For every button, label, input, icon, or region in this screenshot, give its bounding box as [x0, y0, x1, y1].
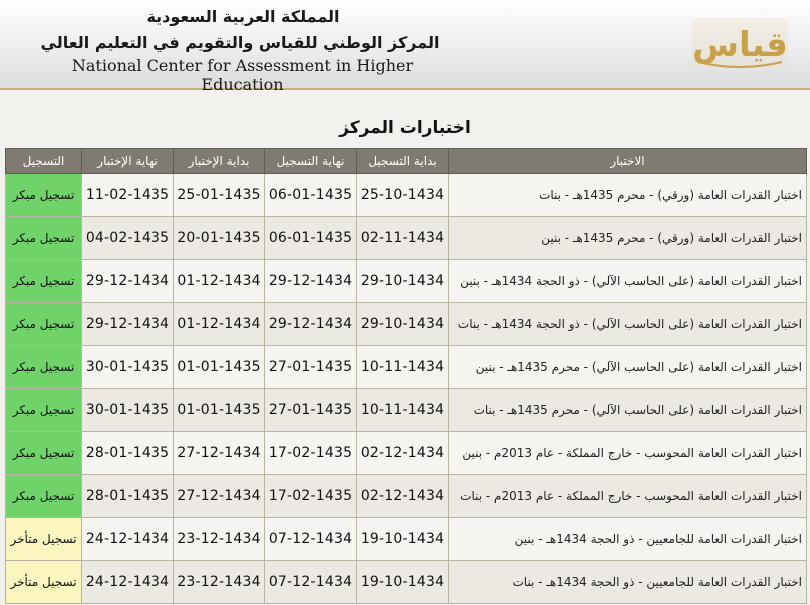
registration-status-button[interactable]: تسجيل مبكر: [5, 259, 82, 303]
test-start-cell: 23-12-1434: [173, 560, 265, 604]
reg-start-cell: 10-11-1434: [356, 345, 449, 389]
test-start-cell: 23-12-1434: [173, 517, 265, 561]
col-header-reg-end: نهاية التسجيل: [264, 148, 357, 174]
test-end-cell: 29-12-1434: [81, 259, 174, 303]
exam-name-cell: اختبار القدرات العامة للجامعيين - ذو الح…: [448, 517, 807, 561]
reg-end-cell: 07-12-1434: [264, 560, 357, 604]
table-row: اختبار القدرات العامة (على الحاسب الآلي)…: [5, 302, 807, 346]
test-end-cell: 28-01-1435: [81, 474, 174, 518]
test-start-cell: 25-01-1435: [173, 173, 265, 217]
col-header-registration: التسجيل: [5, 148, 82, 174]
exam-name-cell: اختبار القدرات العامة (ورقي) - محرم 1435…: [448, 173, 807, 217]
col-header-reg-start: بداية التسجيل: [356, 148, 449, 174]
registration-status-button[interactable]: تسجيل مبكر: [5, 474, 82, 518]
exam-name-cell: اختبار القدرات العامة (على الحاسب الآلي)…: [448, 345, 807, 389]
test-start-cell: 01-01-1435: [173, 345, 265, 389]
reg-end-cell: 29-12-1434: [264, 259, 357, 303]
exam-name-cell: اختبار القدرات العامة للجامعيين - ذو الح…: [448, 560, 807, 604]
reg-end-cell: 17-02-1435: [264, 431, 357, 475]
registration-status-button[interactable]: تسجيل متأخر: [5, 517, 82, 561]
test-start-cell: 01-01-1435: [173, 388, 265, 432]
logo-text: قياس: [692, 25, 788, 65]
registration-status-button[interactable]: تسجيل مبكر: [5, 173, 82, 217]
header-country: المملكة العربية السعودية: [146, 7, 340, 26]
reg-end-cell: 29-12-1434: [264, 302, 357, 346]
exam-name-cell: اختبار القدرات العامة (ورقي) - محرم 1435…: [448, 216, 807, 260]
test-start-cell: 27-12-1434: [173, 431, 265, 475]
test-start-cell: 27-12-1434: [173, 474, 265, 518]
reg-end-cell: 27-01-1435: [264, 345, 357, 389]
test-end-cell: 11-02-1435: [81, 173, 174, 217]
test-end-cell: 24-12-1434: [81, 560, 174, 604]
page-title: اختبارات المركز: [0, 118, 810, 138]
reg-start-cell: 19-10-1434: [356, 517, 449, 561]
exam-name-cell: اختبار القدرات العامة (على الحاسب الآلي)…: [448, 302, 807, 346]
col-header-test-end: نهاية الإختبار: [81, 148, 174, 174]
test-end-cell: 29-12-1434: [81, 302, 174, 346]
test-end-cell: 28-01-1435: [81, 431, 174, 475]
reg-start-cell: 29-10-1434: [356, 302, 449, 346]
registration-status-button[interactable]: تسجيل مبكر: [5, 431, 82, 475]
reg-start-cell: 10-11-1434: [356, 388, 449, 432]
qiyas-logo-mark: قياس: [692, 18, 788, 68]
registration-status-button[interactable]: تسجيل مبكر: [5, 216, 82, 260]
reg-end-cell: 06-01-1435: [264, 173, 357, 217]
table-row: اختبار القدرات العامة (على الحاسب الآلي)…: [5, 388, 807, 432]
reg-start-cell: 25-10-1434: [356, 173, 449, 217]
site-header: المملكة العربية السعودية المركز الوطني ل…: [0, 0, 810, 94]
table-row: اختبار القدرات العامة للجامعيين - ذو الح…: [5, 560, 807, 604]
reg-end-cell: 07-12-1434: [264, 517, 357, 561]
table-row: اختبار القدرات العامة للجامعيين - ذو الح…: [5, 517, 807, 561]
reg-start-cell: 29-10-1434: [356, 259, 449, 303]
table-row: اختبار القدرات العامة المحوسب - خارج الم…: [5, 431, 807, 475]
col-header-test-start: بداية الإختبار: [173, 148, 265, 174]
exam-name-cell: اختبار القدرات العامة (على الحاسب الآلي)…: [448, 388, 807, 432]
registration-status-button[interactable]: تسجيل مبكر: [5, 388, 82, 432]
reg-end-cell: 17-02-1435: [264, 474, 357, 518]
test-end-cell: 30-01-1435: [81, 345, 174, 389]
registration-status-button[interactable]: تسجيل مبكر: [5, 302, 82, 346]
reg-end-cell: 06-01-1435: [264, 216, 357, 260]
reg-end-cell: 27-01-1435: [264, 388, 357, 432]
test-start-cell: 01-12-1434: [173, 302, 265, 346]
col-header-exam: الاختبار: [448, 148, 807, 174]
exam-name-cell: اختبار القدرات العامة المحوسب - خارج الم…: [448, 431, 807, 475]
page-title-text: اختبارات المركز: [339, 118, 471, 138]
registration-status-button[interactable]: تسجيل متأخر: [5, 560, 82, 604]
reg-start-cell: 02-12-1434: [356, 431, 449, 475]
exam-name-cell: اختبار القدرات العامة (على الحاسب الآلي)…: [448, 259, 807, 303]
table-row: اختبار القدرات العامة (على الحاسب الآلي)…: [5, 345, 807, 389]
reg-start-cell: 19-10-1434: [356, 560, 449, 604]
table-row: اختبار القدرات العامة (ورقي) - محرم 1435…: [5, 173, 807, 217]
reg-start-cell: 02-11-1434: [356, 216, 449, 260]
qiyas-logo[interactable]: قياس: [690, 10, 790, 74]
test-start-cell: 20-01-1435: [173, 216, 265, 260]
table-row: اختبار القدرات العامة (ورقي) - محرم 1435…: [5, 216, 807, 260]
exam-name-cell: اختبار القدرات العامة المحوسب - خارج الم…: [448, 474, 807, 518]
reg-start-cell: 02-12-1434: [356, 474, 449, 518]
table-row: اختبار القدرات العامة (على الحاسب الآلي)…: [5, 259, 807, 303]
header-center-ar: المركز الوطني للقياس والتقويم في التعليم…: [40, 33, 440, 52]
exams-table: الاختبار بداية التسجيل نهاية التسجيل بدا…: [5, 148, 807, 604]
test-end-cell: 30-01-1435: [81, 388, 174, 432]
test-end-cell: 24-12-1434: [81, 517, 174, 561]
test-end-cell: 04-02-1435: [81, 216, 174, 260]
table-row: اختبار القدرات العامة المحوسب - خارج الم…: [5, 474, 807, 518]
header-center-en: National Center for Assessment in Higher…: [71, 56, 414, 94]
test-start-cell: 01-12-1434: [173, 259, 265, 303]
table-header-row: الاختبار بداية التسجيل نهاية التسجيل بدا…: [5, 148, 807, 174]
registration-status-button[interactable]: تسجيل مبكر: [5, 345, 82, 389]
